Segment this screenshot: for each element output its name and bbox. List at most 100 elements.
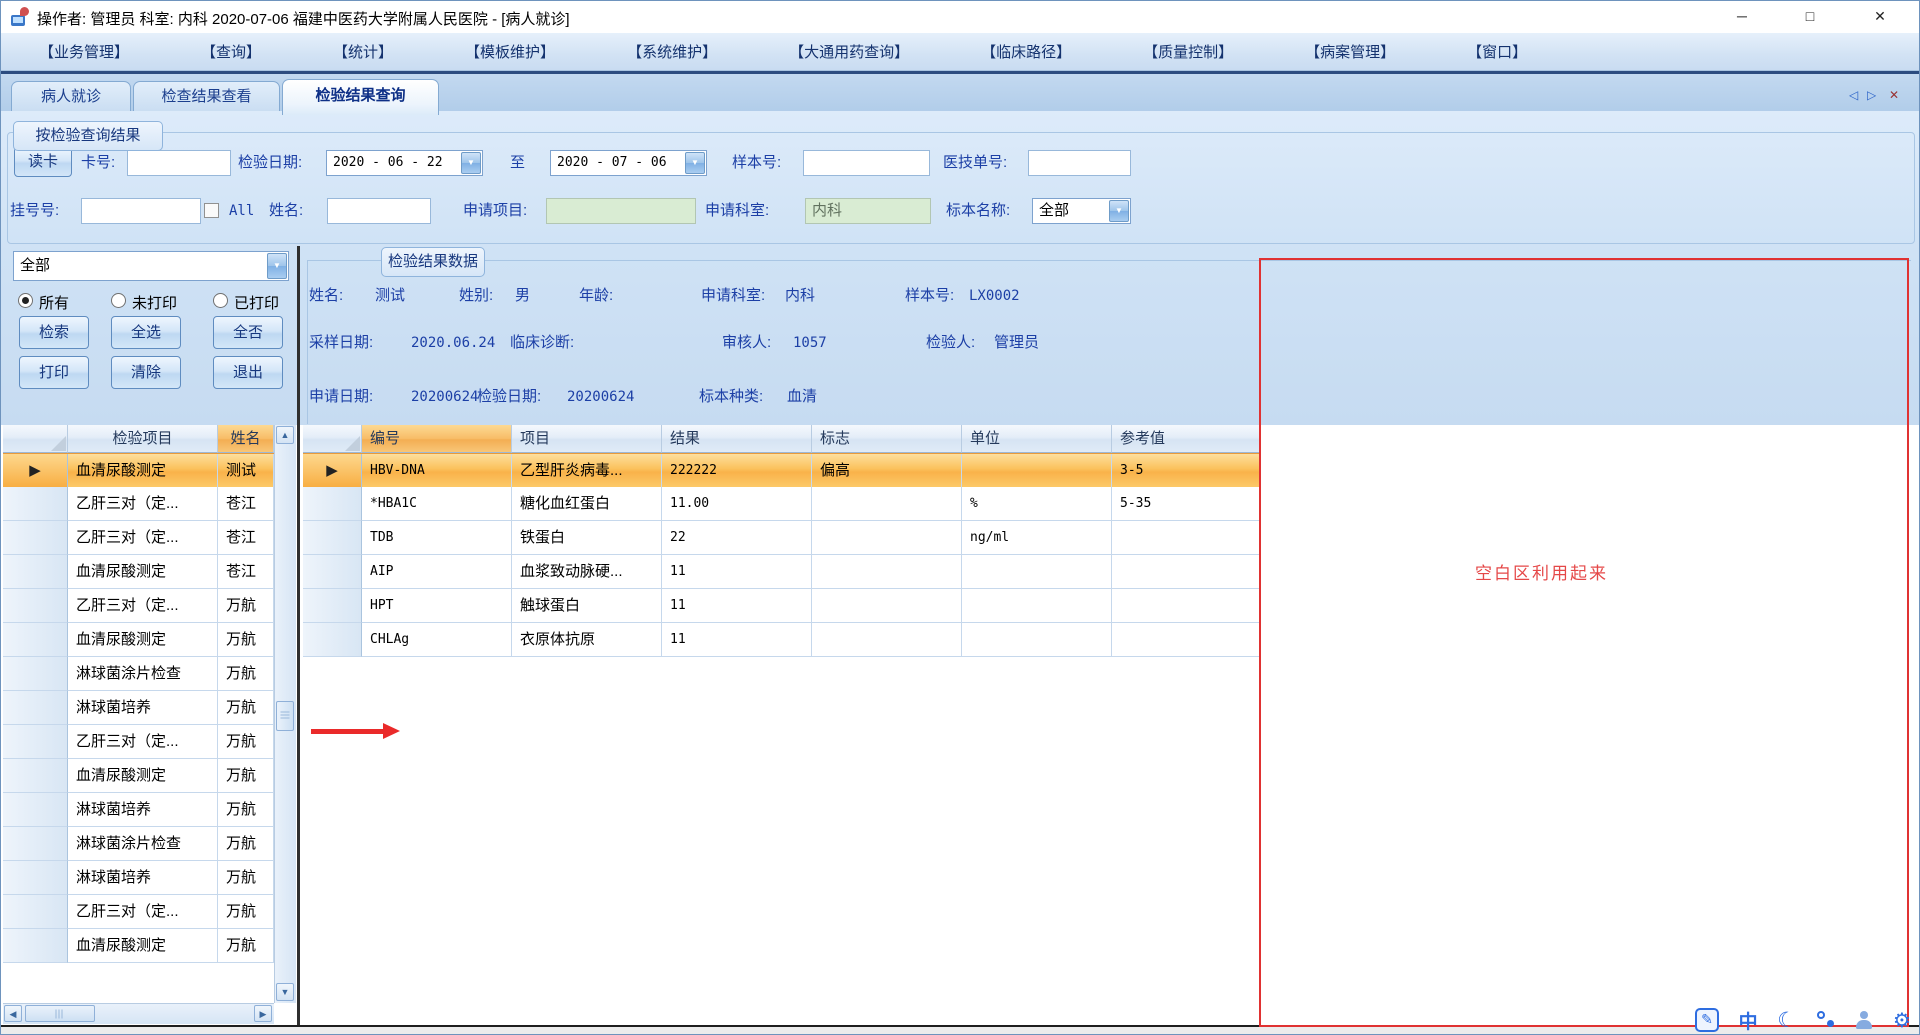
radio-unprinted[interactable] bbox=[111, 293, 126, 308]
patient-name-input[interactable] bbox=[327, 198, 431, 224]
menu-query[interactable]: 【查询】 bbox=[201, 41, 261, 62]
cell-flag[interactable] bbox=[812, 521, 962, 555]
cell-item[interactable]: 糖化血红蛋白 bbox=[512, 487, 662, 521]
cell-flag[interactable] bbox=[812, 487, 962, 521]
scroll-down-icon[interactable]: ▼ bbox=[276, 983, 294, 1001]
close-button[interactable]: ✕ bbox=[1857, 3, 1903, 29]
cell-unit[interactable]: ng/ml bbox=[962, 521, 1112, 555]
cell-flag[interactable]: 偏高 bbox=[812, 454, 962, 488]
tech-no-input[interactable] bbox=[1028, 150, 1131, 176]
cell-item[interactable]: 衣原体抗原 bbox=[512, 623, 662, 657]
table-row[interactable]: 乙肝三对（定... 万航 bbox=[3, 589, 274, 623]
cell-name[interactable]: 苍江 bbox=[218, 487, 274, 521]
cell-ref[interactable]: 3-5 bbox=[1112, 454, 1261, 488]
table-row[interactable]: 乙肝三对（定... 万航 bbox=[3, 895, 274, 929]
table-row[interactable]: 淋球菌培养 万航 bbox=[3, 793, 274, 827]
specimen-name-select[interactable]: 全部 ▼ bbox=[1032, 198, 1131, 224]
column-header-item[interactable]: 检验项目 bbox=[68, 425, 218, 453]
menu-quality[interactable]: 【质量控制】 bbox=[1143, 41, 1233, 62]
cell-code[interactable]: AIP bbox=[362, 555, 512, 589]
cell-name[interactable]: 万航 bbox=[218, 589, 274, 623]
column-header-code[interactable]: 编号 bbox=[362, 425, 512, 453]
scroll-up-icon[interactable]: ▲ bbox=[276, 426, 294, 444]
cell-name[interactable]: 测试 bbox=[218, 454, 274, 488]
menu-template[interactable]: 【模板维护】 bbox=[465, 41, 555, 62]
cell-item[interactable]: 淋球菌培养 bbox=[68, 691, 218, 725]
cell-code[interactable]: TDB bbox=[362, 521, 512, 555]
table-row[interactable]: ▶ 血清尿酸测定 测试 bbox=[3, 453, 274, 488]
cell-flag[interactable] bbox=[812, 589, 962, 623]
cell-item[interactable]: 乙肝三对（定... bbox=[68, 589, 218, 623]
tab-scroll-right-icon[interactable]: ▷ bbox=[1867, 88, 1876, 102]
cell-item[interactable]: 触球蛋白 bbox=[512, 589, 662, 623]
cell-item[interactable]: 血清尿酸测定 bbox=[68, 759, 218, 793]
ime-logo-icon[interactable]: ✎ bbox=[1695, 1008, 1719, 1032]
date-to-picker[interactable]: 2020 - 07 - 06 ▼ bbox=[550, 150, 707, 176]
cell-item[interactable]: 乙肝三对（定... bbox=[68, 487, 218, 521]
dropdown-arrow-icon[interactable]: ▼ bbox=[267, 253, 287, 279]
cell-unit[interactable]: % bbox=[962, 487, 1112, 521]
cell-code[interactable]: HBV-DNA bbox=[362, 454, 512, 488]
table-row[interactable]: HPT 触球蛋白 11 bbox=[303, 589, 1261, 623]
ime-chinese-mode-icon[interactable]: 中 bbox=[1739, 1007, 1758, 1034]
cell-ref[interactable] bbox=[1112, 521, 1261, 555]
column-header-unit[interactable]: 单位 bbox=[962, 425, 1112, 453]
search-button[interactable]: 检索 bbox=[19, 316, 89, 349]
dropdown-arrow-icon[interactable]: ▼ bbox=[461, 152, 481, 174]
cell-result[interactable]: 11.00 bbox=[662, 487, 812, 521]
column-header-ref[interactable]: 参考值 bbox=[1112, 425, 1261, 453]
cell-name[interactable]: 万航 bbox=[218, 861, 274, 895]
tab-scroll-left-icon[interactable]: ◁ bbox=[1849, 88, 1858, 102]
ime-punctuation-icon[interactable] bbox=[1816, 1010, 1836, 1030]
table-row[interactable]: ▶ HBV-DNA 乙型肝炎病毒... 222222 偏高 3-5 bbox=[303, 453, 1261, 488]
column-header-result[interactable]: 结果 bbox=[662, 425, 812, 453]
cell-result[interactable]: 22 bbox=[662, 521, 812, 555]
select-all-corner[interactable] bbox=[3, 425, 68, 453]
clear-button[interactable]: 清除 bbox=[111, 356, 181, 389]
cell-result[interactable]: 222222 bbox=[662, 454, 812, 488]
table-row[interactable]: 淋球菌培养 万航 bbox=[3, 861, 274, 895]
scroll-left-icon[interactable]: ◀ bbox=[4, 1005, 22, 1022]
dropdown-arrow-icon[interactable]: ▼ bbox=[1109, 200, 1129, 222]
panel-divider[interactable] bbox=[297, 246, 300, 1025]
tab-exam-results[interactable]: 检查结果查看 bbox=[133, 81, 280, 112]
table-row[interactable]: 血清尿酸测定 万航 bbox=[3, 623, 274, 657]
cell-unit[interactable] bbox=[962, 454, 1112, 488]
cell-item[interactable]: 血清尿酸测定 bbox=[68, 555, 218, 589]
cell-name[interactable]: 万航 bbox=[218, 691, 274, 725]
cell-result[interactable]: 11 bbox=[662, 589, 812, 623]
ime-user-icon[interactable] bbox=[1855, 1011, 1873, 1029]
cell-flag[interactable] bbox=[812, 623, 962, 657]
apply-dept-input[interactable]: 内科 bbox=[805, 198, 931, 224]
table-row[interactable]: 乙肝三对（定... 苍江 bbox=[3, 487, 274, 521]
table-row[interactable]: 淋球菌涂片检查 万航 bbox=[3, 827, 274, 861]
cell-code[interactable]: HPT bbox=[362, 589, 512, 623]
cell-name[interactable]: 万航 bbox=[218, 793, 274, 827]
card-no-input[interactable] bbox=[127, 150, 231, 176]
cell-name[interactable]: 万航 bbox=[218, 827, 274, 861]
cell-ref[interactable]: 5-35 bbox=[1112, 487, 1261, 521]
cell-item[interactable]: 血浆致动脉硬... bbox=[512, 555, 662, 589]
radio-all[interactable] bbox=[18, 293, 33, 308]
table-row[interactable]: 乙肝三对（定... 苍江 bbox=[3, 521, 274, 555]
cell-code[interactable]: CHLAg bbox=[362, 623, 512, 657]
apply-item-input[interactable] bbox=[546, 198, 696, 224]
cell-ref[interactable] bbox=[1112, 623, 1261, 657]
table-row[interactable]: 血清尿酸测定 苍江 bbox=[3, 555, 274, 589]
dropdown-arrow-icon[interactable]: ▼ bbox=[685, 152, 705, 174]
menu-clinical-path[interactable]: 【临床路径】 bbox=[981, 41, 1071, 62]
table-row[interactable]: TDB 铁蛋白 22 ng/ml bbox=[303, 521, 1261, 555]
column-header-name[interactable]: 姓名 bbox=[218, 425, 274, 453]
print-button[interactable]: 打印 bbox=[19, 356, 89, 389]
menu-medical-record[interactable]: 【病案管理】 bbox=[1305, 41, 1395, 62]
cell-item[interactable]: 血清尿酸测定 bbox=[68, 929, 218, 963]
cell-name[interactable]: 万航 bbox=[218, 895, 274, 929]
table-row[interactable]: 淋球菌培养 万航 bbox=[3, 691, 274, 725]
cell-result[interactable]: 11 bbox=[662, 555, 812, 589]
cell-item[interactable]: 淋球菌培养 bbox=[68, 861, 218, 895]
cell-name[interactable]: 万航 bbox=[218, 725, 274, 759]
table-row[interactable]: 淋球菌涂片检查 万航 bbox=[3, 657, 274, 691]
select-all-button[interactable]: 全选 bbox=[111, 316, 181, 349]
cell-unit[interactable] bbox=[962, 555, 1112, 589]
table-row[interactable]: 乙肝三对（定... 万航 bbox=[3, 725, 274, 759]
